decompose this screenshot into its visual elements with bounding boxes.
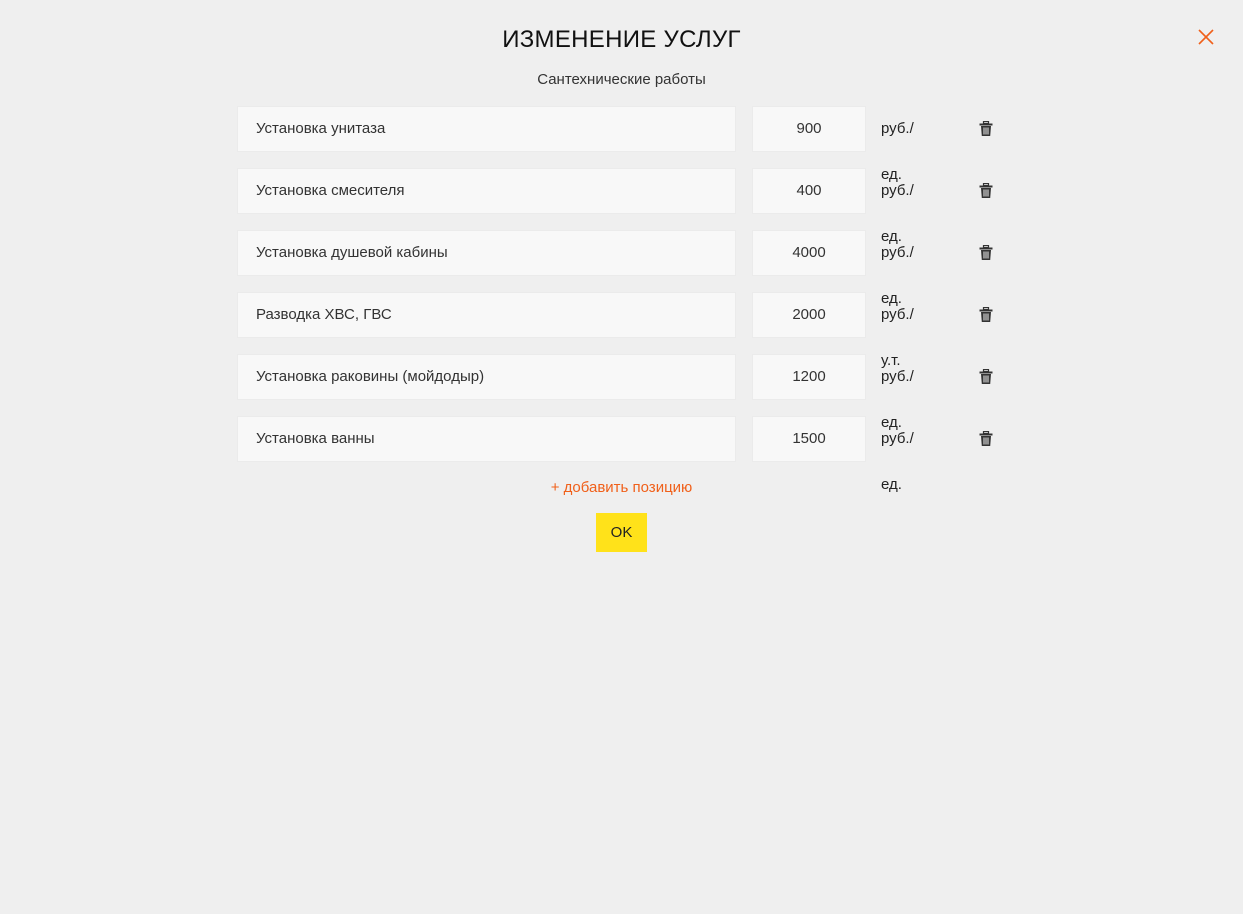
dialog-title: ИЗМЕНЕНИЕ УСЛУГ xyxy=(502,26,741,53)
trash-icon xyxy=(979,369,993,384)
service-unit-label: руб./ед. xyxy=(881,182,914,245)
trash-icon xyxy=(979,307,993,322)
service-unit-label: руб./ед. xyxy=(881,368,914,431)
service-price-field[interactable]: 4000 xyxy=(752,230,866,276)
service-name-field[interactable]: Установка раковины (мойдодыр) xyxy=(237,354,736,400)
service-price-field[interactable]: 1500 xyxy=(752,416,866,462)
service-name-field[interactable]: Разводка ХВС, ГВС xyxy=(237,292,736,338)
service-price-field[interactable]: 1200 xyxy=(752,354,866,400)
service-name-field[interactable]: Установка душевой кабины xyxy=(237,230,736,276)
service-unit-label: руб./ед. xyxy=(881,120,914,183)
delete-row-button[interactable] xyxy=(979,121,993,137)
service-unit-label: руб./у.т. xyxy=(881,306,914,369)
delete-row-button[interactable] xyxy=(979,183,993,199)
trash-icon xyxy=(979,431,993,446)
trash-icon xyxy=(979,183,993,198)
add-position-link[interactable]: + добавить позицию xyxy=(551,479,693,496)
add-position-area: + добавить позицию xyxy=(0,478,1243,498)
service-name-field[interactable]: Установка унитаза xyxy=(237,106,736,152)
delete-row-button[interactable] xyxy=(979,431,993,447)
service-unit-label: руб./ед. xyxy=(881,430,914,493)
dialog-subtitle: Сантехнические работы xyxy=(537,71,706,88)
delete-row-button[interactable] xyxy=(979,369,993,385)
trash-icon xyxy=(979,121,993,136)
service-price-field[interactable]: 400 xyxy=(752,168,866,214)
service-price-field[interactable]: 900 xyxy=(752,106,866,152)
delete-row-button[interactable] xyxy=(979,245,993,261)
ok-button[interactable]: OK xyxy=(596,513,647,552)
trash-icon xyxy=(979,245,993,260)
delete-row-button[interactable] xyxy=(979,307,993,323)
service-unit-label: руб./ед. xyxy=(881,244,914,307)
service-name-field[interactable]: Установка смесителя xyxy=(237,168,736,214)
service-name-field[interactable]: Установка ванны xyxy=(237,416,736,462)
service-price-field[interactable]: 2000 xyxy=(752,292,866,338)
